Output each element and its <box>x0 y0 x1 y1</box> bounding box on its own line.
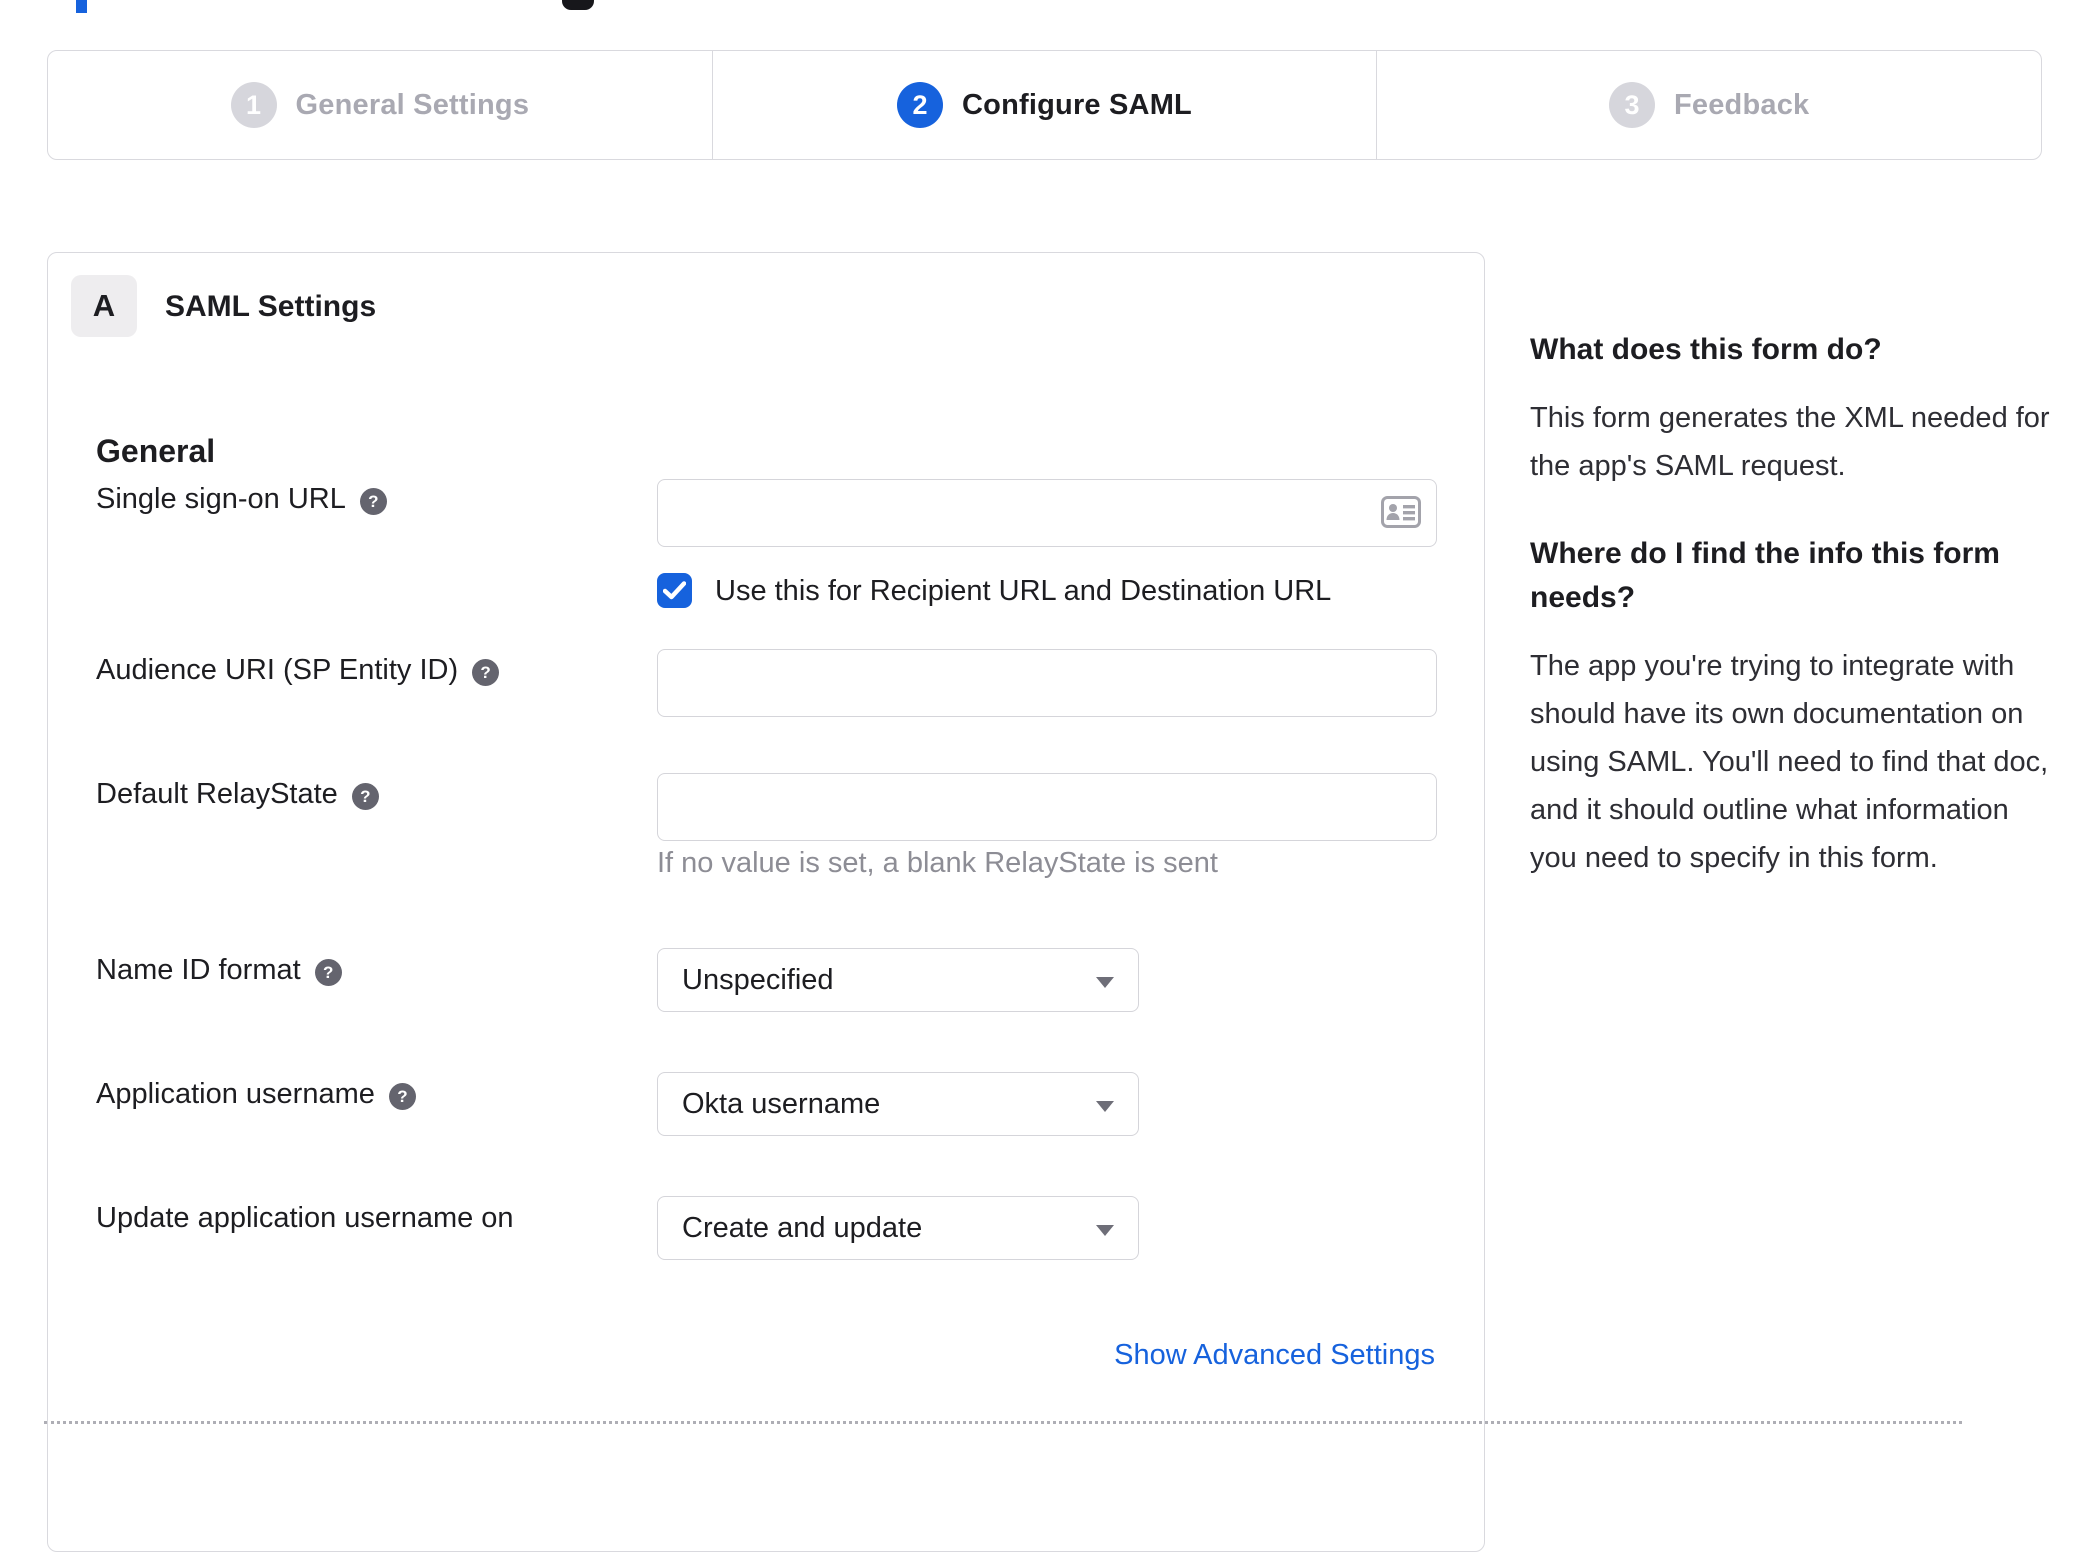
app-username-label-text: Application username <box>96 1078 375 1110</box>
audience-uri-input-wrap <box>657 649 1437 717</box>
general-group-heading: General <box>96 433 216 469</box>
name-id-format-help-icon[interactable]: ? <box>314 959 342 986</box>
name-id-format-value: Unspecified <box>682 963 834 996</box>
app-username-value: Okta username <box>682 1087 881 1120</box>
sso-url-label: Single sign-on URL? <box>96 483 387 516</box>
step-2-label: Configure SAML <box>962 88 1192 121</box>
audience-uri-label-text: Audience URI (SP Entity ID) <box>96 654 459 686</box>
chevron-down-icon <box>1096 1101 1114 1112</box>
recipient-url-checkbox-label: Use this for Recipient URL and Destinati… <box>715 575 1332 607</box>
relaystate-hint: If no value is set, a blank RelayState i… <box>657 847 1218 879</box>
sso-url-input-wrap <box>657 479 1437 547</box>
app-username-help-icon[interactable]: ? <box>388 1083 416 1110</box>
sso-url-help-icon[interactable]: ? <box>359 488 387 515</box>
chevron-down-icon <box>1096 1225 1114 1236</box>
app-username-select[interactable]: Okta username <box>657 1072 1139 1136</box>
update-username-label: Update application username on <box>96 1202 514 1235</box>
update-username-select[interactable]: Create and update <box>657 1196 1139 1260</box>
step-feedback[interactable]: 3 Feedback <box>1376 51 2041 159</box>
wizard-stepper: 1 General Settings 2 Configure SAML 3 Fe… <box>47 50 2042 160</box>
step-3-label: Feedback <box>1673 88 1810 121</box>
name-id-format-label-text: Name ID format <box>96 954 301 986</box>
step-3-number-badge: 3 <box>1608 82 1655 128</box>
help-answer-1: This form generates the XML needed for t… <box>1530 402 2050 482</box>
step-1-number-badge: 1 <box>230 82 277 128</box>
app-username-label: Application username? <box>96 1078 416 1111</box>
relaystate-label-text: Default RelayState <box>96 778 338 810</box>
cutoff-dark-icon <box>562 0 594 10</box>
name-id-format-label: Name ID format? <box>96 954 342 987</box>
relaystate-help-icon[interactable]: ? <box>351 783 379 810</box>
relaystate-input[interactable] <box>657 773 1437 841</box>
contact-card-icon <box>1381 496 1421 528</box>
help-question-2: Where do I find the info this form needs… <box>1530 537 2000 614</box>
sso-url-label-text: Single sign-on URL <box>96 483 346 515</box>
step-general-settings[interactable]: 1 General Settings <box>48 51 712 159</box>
update-username-label-text: Update application username on <box>96 1202 514 1234</box>
checkmark-icon <box>663 581 686 600</box>
recipient-url-checkbox[interactable] <box>657 573 692 608</box>
help-answer-2: The app you're trying to integrate with … <box>1530 650 2049 874</box>
audience-uri-label: Audience URI (SP Entity ID)? <box>96 654 500 687</box>
section-title: SAML Settings <box>165 290 377 323</box>
audience-uri-input[interactable] <box>657 649 1437 717</box>
show-advanced-settings-link[interactable]: Show Advanced Settings <box>1114 1339 1435 1372</box>
saml-settings-panel: A SAML Settings General Single sign-on U… <box>47 252 1485 1552</box>
relaystate-label: Default RelayState? <box>96 778 379 811</box>
capture-dotted-line <box>44 1421 1962 1424</box>
name-id-format-select[interactable]: Unspecified <box>657 948 1139 1012</box>
cutoff-blue-mark <box>76 0 87 13</box>
step-1-label: General Settings <box>295 88 530 121</box>
audience-uri-help-icon[interactable]: ? <box>472 659 500 686</box>
section-a-badge: A <box>71 275 137 337</box>
help-question-1: What does this form do? <box>1530 333 1882 366</box>
help-sidebar: What does this form do? This form genera… <box>1530 328 2054 924</box>
sso-url-input[interactable] <box>657 479 1437 547</box>
step-2-number-badge: 2 <box>897 82 944 128</box>
chevron-down-icon <box>1096 977 1114 988</box>
step-configure-saml[interactable]: 2 Configure SAML <box>711 51 1377 159</box>
update-username-value: Create and update <box>682 1211 923 1244</box>
relaystate-input-wrap <box>657 773 1437 841</box>
